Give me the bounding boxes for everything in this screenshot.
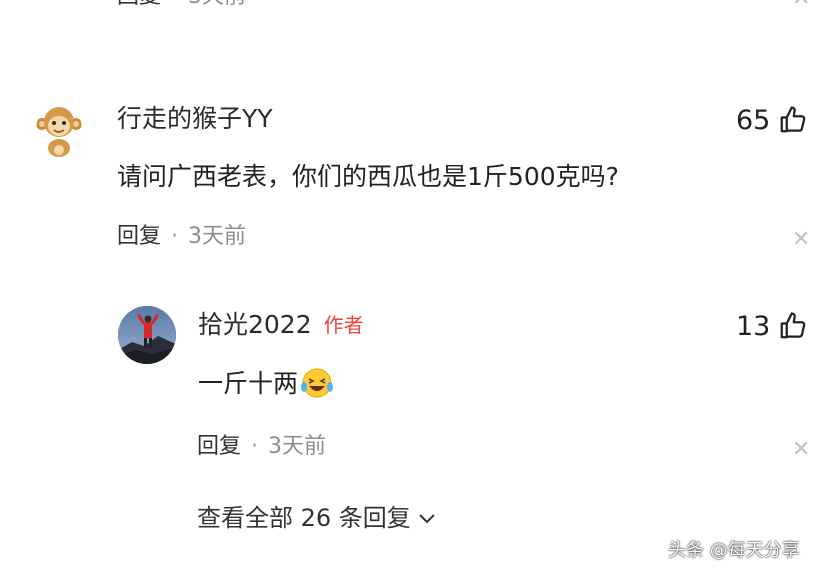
laughing-crying-emoji-icon — [301, 368, 334, 398]
like-count: 13 — [736, 310, 771, 342]
avatar[interactable] — [118, 306, 176, 364]
reply-meta-row: 回复 · 3天前 — [197, 436, 326, 458]
reply-header: 拾光2022 作者 — [198, 312, 364, 337]
comment-username[interactable]: 行走的猴子YY — [117, 106, 273, 131]
comment-meta-row: 回复 · 3天前 — [117, 226, 246, 248]
top-reply-row: 回复 · 3天前 — [117, 0, 246, 8]
meta-separator: · — [171, 0, 178, 9]
view-all-replies-button[interactable]: 查看全部 26 条回复 — [197, 506, 437, 530]
comment-time: 3天前 — [188, 0, 246, 9]
close-icon[interactable]: ✕ — [792, 0, 810, 10]
thumbs-up-icon[interactable] — [778, 311, 808, 341]
reply-button[interactable]: 回复 — [197, 434, 241, 459]
avatar[interactable] — [36, 102, 82, 158]
like-count: 65 — [736, 104, 771, 136]
close-icon[interactable]: ✕ — [792, 439, 810, 461]
comment-time: 3天前 — [188, 224, 247, 249]
chevron-down-icon — [419, 514, 435, 524]
like-control[interactable]: 13 — [736, 311, 808, 341]
like-control[interactable]: 65 — [736, 105, 808, 135]
comment-text: 请问广西老表，你们的西瓜也是1斤500克吗? — [117, 162, 619, 191]
mountain-climber-avatar-icon — [118, 306, 176, 364]
reply-button[interactable]: 回复 — [117, 0, 161, 9]
thumbs-up-icon[interactable] — [778, 105, 808, 135]
meta-separator: · — [251, 434, 259, 459]
reply-username[interactable]: 拾光2022 — [198, 312, 312, 337]
monkey-avatar-icon — [36, 107, 82, 157]
view-all-label: 查看全部 26 条回复 — [197, 504, 411, 532]
close-icon[interactable]: ✕ — [792, 229, 810, 251]
reply-button[interactable]: 回复 — [117, 224, 161, 249]
meta-separator: · — [171, 224, 179, 249]
reply-time: 3天前 — [268, 434, 327, 459]
author-badge: 作者 — [323, 312, 364, 337]
reply-content: 一斤十两 — [198, 367, 334, 399]
watermark: 头条 @每天分享 — [668, 540, 800, 561]
reply-text: 一斤十两 — [198, 368, 299, 398]
